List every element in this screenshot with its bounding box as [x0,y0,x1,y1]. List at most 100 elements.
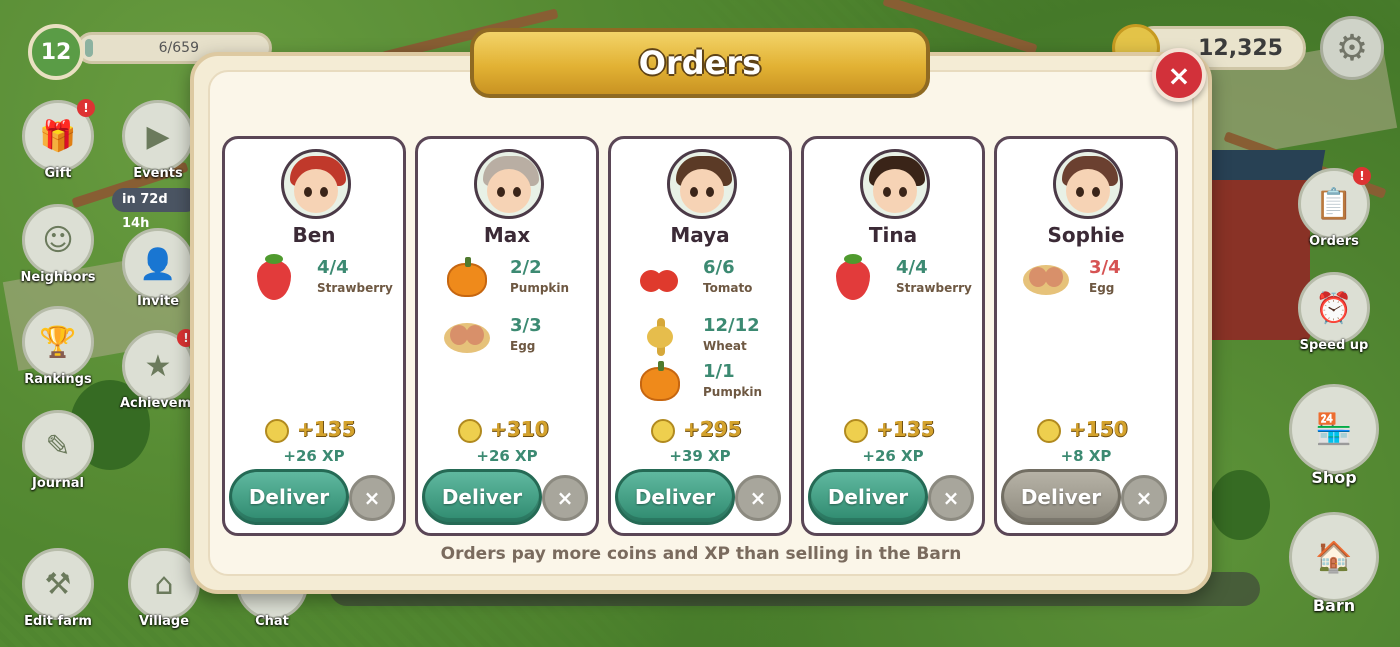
coin-reward: +150 [1069,417,1128,441]
orders-icon: 📋! [1298,167,1371,240]
item-name: Tomato [703,281,753,295]
order-item: 3/3 Egg [436,315,596,365]
neighbors-label: Neighbors [20,270,96,285]
item-name: Strawberry [896,281,972,295]
item-quantity: 4/4 [317,257,349,278]
avatar-face [680,169,724,213]
achievements-button[interactable]: ★! Achievements [120,329,223,411]
order-item: 4/4 Strawberry [822,254,982,307]
close-icon: × [749,486,767,510]
customer-avatar [860,149,930,219]
shop-icon: 🏪 [1289,384,1379,474]
xp-reward: +26 XP [476,447,538,465]
order-item: 2/2 Pumpkin [436,257,596,307]
order-card: Maya 6/6 Tomato 12/12 Wheat 1/1 Pumpkin +295 +39… [608,136,792,536]
deliver-button[interactable]: Deliver [422,469,542,525]
speed-up-button[interactable]: ⏰ Speed up [1296,272,1372,353]
barn-icon: 🏠 [1289,512,1379,602]
strawberry-icon [251,254,297,303]
coin-icon [265,419,289,443]
edit-farm-button[interactable]: ⚒ Edit farm [20,548,96,629]
avatar-face [294,169,338,213]
item-name: Strawberry [317,281,393,295]
order-item: 3/4 Egg [1015,257,1175,307]
gift-button[interactable]: 🎁! Gift [20,99,96,181]
rankings-button[interactable]: 🏆 Rankings [20,306,96,387]
cancel-order-button[interactable]: × [542,475,588,521]
item-quantity: 6/6 [703,257,735,278]
customer-avatar [1053,149,1123,219]
trophy-icon: 🏆 [22,306,94,378]
wheat-icon [637,315,683,361]
pumpkin-icon [444,257,490,303]
cancel-order-button[interactable]: × [349,475,395,521]
order-item: 4/4 Strawberry [243,254,403,307]
pumpkin-icon [637,361,683,407]
deliver-button[interactable]: Deliver [615,469,735,525]
shop-button[interactable]: 🏪 Shop [1288,384,1380,487]
xp-reward: +26 XP [283,447,345,465]
order-item: 1/1 Pumpkin [629,361,789,411]
cancel-order-button[interactable]: × [1121,475,1167,521]
item-name: Wheat [703,339,747,353]
order-card: Sophie 3/4 Egg +150 +8 XP Deliver × [994,136,1178,536]
gift-icon: 🎁! [22,99,95,172]
item-quantity: 3/3 [510,315,542,336]
tomato-icon [637,257,683,303]
invite-icon: 👤 [122,228,194,300]
xp-reward: +26 XP [862,447,924,465]
xp-bar-fill [85,39,93,57]
item-quantity: 1/1 [703,361,735,382]
customer-name: Maya [670,223,730,247]
deliver-button[interactable]: Deliver [229,469,349,525]
item-quantity: 3/4 [1089,257,1121,278]
item-name: Egg [1089,281,1115,295]
close-icon: × [556,486,574,510]
close-icon: × [942,486,960,510]
neighbors-icon: ☺ [22,204,94,276]
avatar-face [1066,169,1110,213]
customer-name: Tina [868,223,918,247]
events-label: Events [133,166,183,181]
close-icon: × [1135,486,1153,510]
cancel-order-button[interactable]: × [735,475,781,521]
cancel-order-button[interactable]: × [928,475,974,521]
item-name: Egg [510,339,536,353]
avatar-face [873,169,917,213]
coin-reward: +135 [297,417,356,441]
gear-icon: ⚙ [1335,27,1369,69]
egg-icon [1023,257,1069,303]
strawberry-icon [830,254,876,303]
xp-text: 6/659 [158,40,199,56]
invite-button[interactable]: 👤 Invite [120,228,196,309]
coin-icon [458,419,482,443]
gift-label: Gift [44,166,72,181]
events-button[interactable]: ▶ Events [120,100,196,181]
order-card: Max 2/2 Pumpkin 3/3 Egg +310 +26 XP Deliver × [415,136,599,536]
close-icon: × [363,486,381,510]
notification-badge: ! [1353,167,1371,185]
coin-icon [1037,419,1061,443]
customer-avatar [474,149,544,219]
order-item: 12/12 Wheat [629,315,789,365]
clock-icon: ⏰ [1298,272,1370,344]
orders-button[interactable]: 📋! Orders [1296,167,1372,249]
speed-up-label: Speed up [1299,338,1369,353]
close-button[interactable]: × [1152,48,1206,102]
item-name: Pumpkin [510,281,570,295]
journal-button[interactable]: ✎ Journal [20,410,96,491]
journal-icon: ✎ [22,410,94,482]
journal-label: Journal [32,476,84,491]
settings-button[interactable]: ⚙ [1320,16,1384,80]
item-quantity: 4/4 [896,257,928,278]
xp-reward: +39 XP [669,447,731,465]
deliver-button[interactable]: Deliver [808,469,928,525]
close-icon: × [1167,58,1191,92]
neighbors-button[interactable]: ☺ Neighbors [20,204,96,285]
deliver-button[interactable]: Deliver [1001,469,1121,525]
barn-button[interactable]: 🏠 Barn [1288,512,1380,615]
customer-avatar [281,149,351,219]
customer-name: Max [483,223,531,247]
xp-reward: +8 XP [1060,447,1112,465]
edit-farm-icon: ⚒ [22,548,94,620]
